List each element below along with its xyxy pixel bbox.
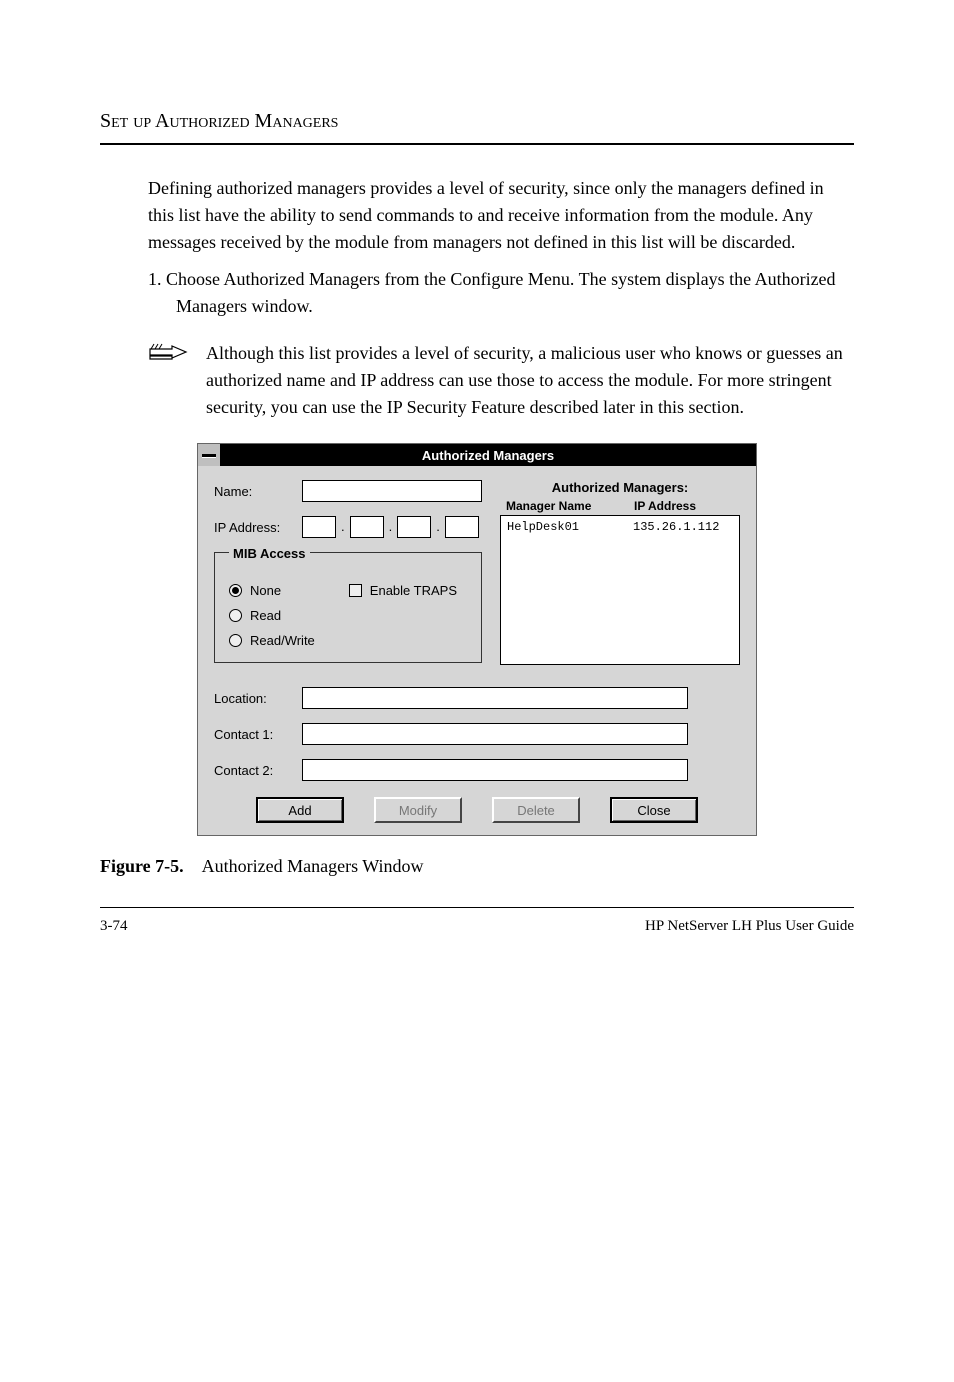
system-menu-button[interactable]	[198, 444, 220, 466]
checkbox-enable-traps-label: Enable TRAPS	[370, 583, 457, 598]
checkbox-icon	[349, 584, 362, 597]
label-mib-access: MIB Access	[229, 546, 310, 561]
delete-button[interactable]: Delete	[492, 797, 580, 823]
label-contact2: Contact 2:	[214, 763, 292, 778]
location-input[interactable]	[302, 687, 688, 709]
col-manager-name: Manager Name	[506, 499, 634, 513]
heading-rule	[100, 143, 854, 145]
ip-octet-3[interactable]	[397, 516, 431, 538]
step-1: 1. Choose Authorized Managers from the C…	[148, 266, 854, 320]
title-bar: Authorized Managers	[198, 444, 756, 466]
figure-authorized-managers: Authorized Managers Name: IP Address: .	[197, 443, 757, 836]
ip-octet-4[interactable]	[445, 516, 479, 538]
checkbox-enable-traps[interactable]: Enable TRAPS	[349, 583, 457, 598]
radio-readwrite[interactable]: Read/Write	[229, 633, 315, 648]
note-text: Although this list provides a level of s…	[206, 340, 854, 421]
mib-access-group: MIB Access None Read	[214, 552, 482, 663]
page-footer: 3-74 HP NetServer LH Plus User Guide	[100, 907, 854, 935]
intro-paragraph: Defining authorized managers provides a …	[148, 175, 854, 256]
ip-address-group: . . .	[302, 516, 479, 538]
label-name: Name:	[214, 484, 292, 499]
note-hand-icon	[148, 340, 188, 364]
list-column-headers: Manager Name IP Address	[500, 499, 740, 515]
add-button[interactable]: Add	[256, 797, 344, 823]
figure-label: Figure 7-5.	[100, 856, 184, 877]
name-input[interactable]	[302, 480, 482, 502]
footer-left: 3-74	[100, 918, 128, 935]
list-item-ip: 135.26.1.112	[633, 520, 733, 534]
radio-none-label: None	[250, 583, 281, 598]
radio-icon	[229, 634, 242, 647]
note-block: Although this list provides a level of s…	[148, 340, 854, 421]
label-contact1: Contact 1:	[214, 727, 292, 742]
modify-button[interactable]: Modify	[374, 797, 462, 823]
col-ip-address: IP Address	[634, 499, 734, 513]
label-authorized-managers: Authorized Managers:	[500, 480, 740, 495]
label-location: Location:	[214, 691, 292, 706]
contact1-input[interactable]	[302, 723, 688, 745]
ip-octet-1[interactable]	[302, 516, 336, 538]
footer-right: HP NetServer LH Plus User Guide	[645, 918, 854, 935]
contact2-input[interactable]	[302, 759, 688, 781]
list-item[interactable]: HelpDesk01 135.26.1.112	[507, 520, 733, 534]
dialog-authorized-managers: Authorized Managers Name: IP Address: .	[197, 443, 757, 836]
ip-octet-2[interactable]	[350, 516, 384, 538]
radio-none[interactable]: None	[229, 583, 315, 598]
radio-icon	[229, 584, 242, 597]
list-item-name: HelpDesk01	[507, 520, 633, 534]
radio-readwrite-label: Read/Write	[250, 633, 315, 648]
label-ip: IP Address:	[214, 520, 292, 535]
dialog-title: Authorized Managers	[220, 448, 756, 463]
figure-caption-text: Authorized Managers Window	[202, 856, 424, 877]
radio-icon	[229, 609, 242, 622]
figure-caption: Figure 7-5. Authorized Managers Window	[100, 856, 854, 877]
close-button[interactable]: Close	[610, 797, 698, 823]
radio-read-label: Read	[250, 608, 281, 623]
authorized-managers-listbox[interactable]: HelpDesk01 135.26.1.112	[500, 515, 740, 665]
section-heading: Set up Authorized Managers	[100, 110, 854, 133]
radio-read[interactable]: Read	[229, 608, 315, 623]
